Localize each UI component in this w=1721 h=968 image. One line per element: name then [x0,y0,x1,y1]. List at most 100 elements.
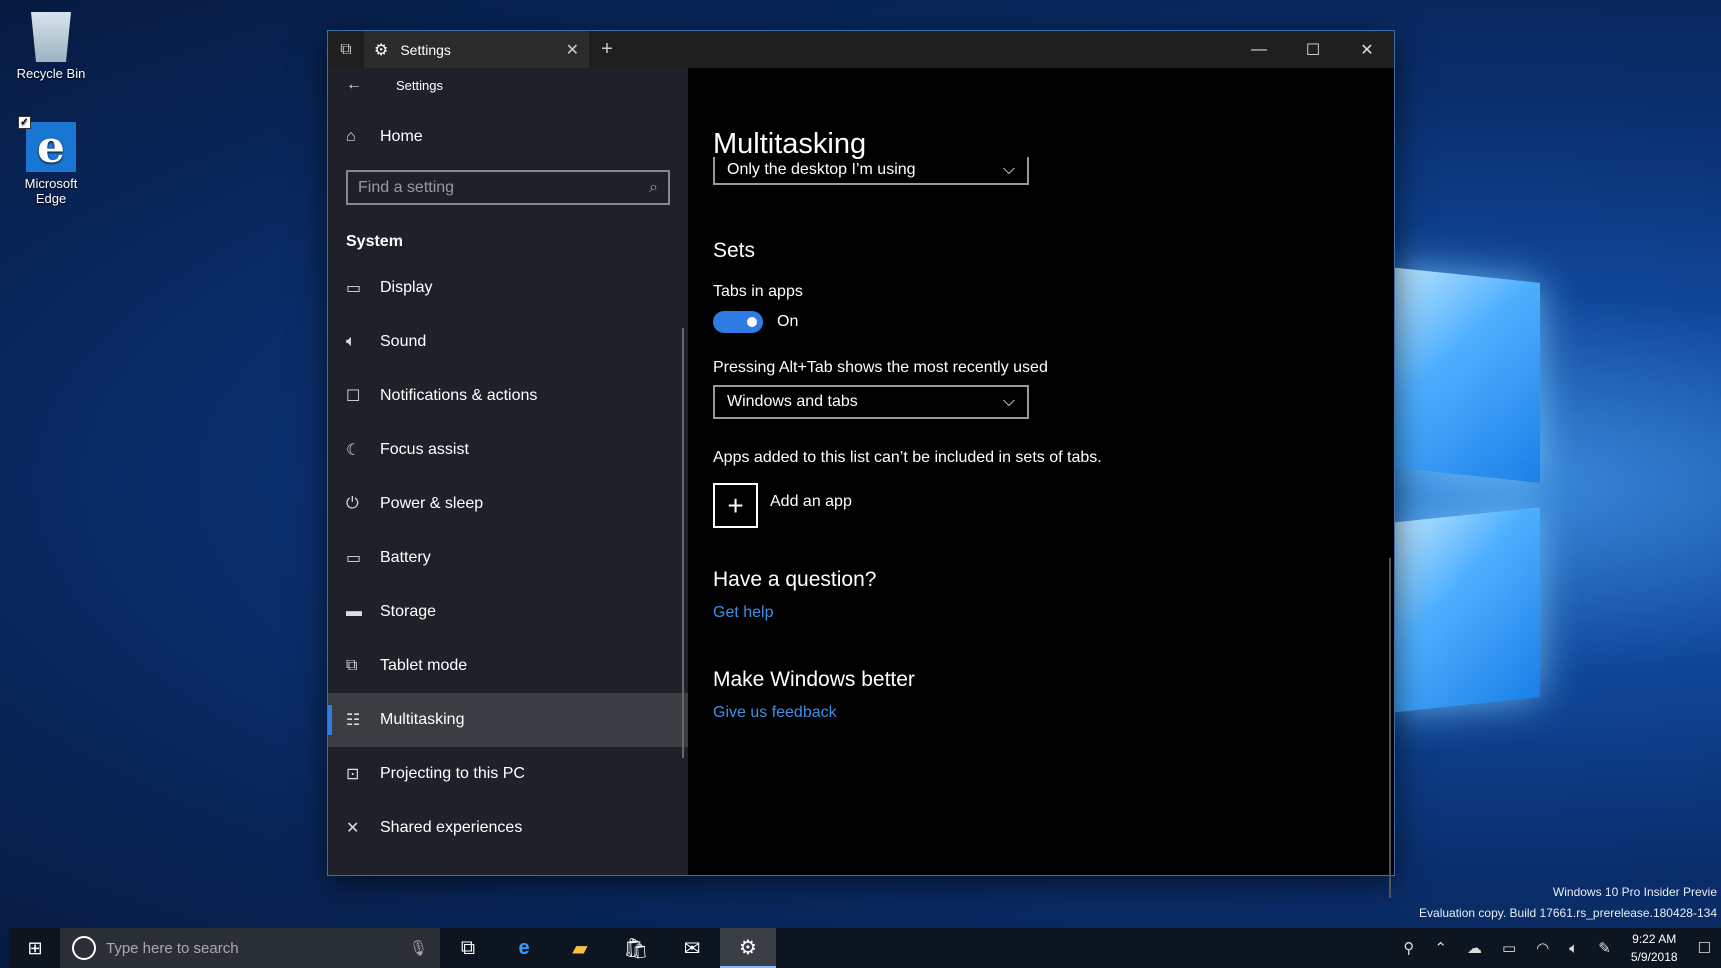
content-scrollbar[interactable] [1389,558,1391,898]
sidebar-scrollbar[interactable] [682,328,684,758]
desktop-icon-recycle-bin[interactable]: ✓ Recycle Bin [10,12,92,81]
sidebar-item-home[interactable]: ⌂ Home [328,108,688,166]
edge-icon: e [518,936,530,959]
watermark-line: Evaluation copy. Build 17661.rs_prerelea… [1419,906,1717,920]
taskbar-edge[interactable]: e [496,928,552,968]
store-icon: 🛍︎ [623,937,649,960]
pen-icon[interactable]: ✎ [1598,939,1611,957]
desktop-icon-label: Microsoft Edge [24,176,78,206]
notification-icon: ☐ [346,388,361,405]
volume-icon[interactable]: 🔈︎ [1569,940,1578,957]
get-help-link[interactable]: Get help [713,604,1394,622]
recycle-bin-icon: ✓ [31,12,71,62]
taskbar-settings[interactable]: ⚙ [720,928,776,968]
watermark-line: Windows 10 Pro Insider Previe [1552,885,1717,899]
evaluation-watermark: Windows 10 Pro Insider Previe Evaluation… [1419,882,1717,924]
plus-icon: + [713,483,758,528]
monitor-icon: ▭ [346,280,362,297]
sidebar-item-label: Shared experiences [380,819,523,836]
chevron-down-icon: ⌵ [1002,161,1015,178]
projecting-icon: ⊡ [346,766,360,783]
clock-date: 5/9/2018 [1630,950,1678,964]
edge-icon: ✓ e [18,116,76,173]
task-view-button[interactable]: ⧉ [440,928,496,968]
sidebar-item-label: Power & sleep [380,495,484,512]
sets-tabs-icon[interactable]: ⧉ [328,31,364,68]
app-title: Settings [396,77,443,93]
chevron-up-icon[interactable]: ⌃ [1434,939,1447,957]
sidebar-item-label: Projecting to this PC [380,765,525,782]
tab-settings[interactable]: ⚙ Settings ✕ [364,31,589,68]
chevron-down-icon: ⌵ [1002,393,1015,410]
desktop-dropdown[interactable]: Only the desktop I’m using ⌵ [713,157,1029,185]
alttab-label: Pressing Alt+Tab shows the most recently… [713,359,1048,376]
search-input[interactable]: Find a setting ⌕ [346,170,670,205]
task-view-icon: ⧉ [460,936,476,959]
sidebar-item-tablet-mode[interactable]: ⧉ Tablet mode [328,639,688,693]
taskbar-store[interactable]: 🛍︎ [608,928,664,968]
taskbar-search-placeholder: Type here to search [106,939,239,957]
sidebar-item-sound[interactable]: 🔈︎ Sound [328,315,688,369]
question-heading: Have a question? [713,568,877,591]
main-content: Multitasking Only the desktop I’m using … [688,68,1394,898]
close-tab-icon[interactable]: ✕ [566,40,579,60]
storage-icon: ▬ [346,603,362,620]
feedback-link[interactable]: Give us feedback [713,704,1394,722]
taskbar-mail[interactable]: ✉ [664,928,720,968]
gear-icon: ⚙ [374,41,389,59]
tabs-in-apps-toggle[interactable] [713,311,763,333]
taskbar-file-explorer[interactable]: ▰ [552,928,608,968]
clock-time: 9:22 AM [1632,932,1677,946]
sidebar-item-notifications[interactable]: ☐ Notifications & actions [328,369,688,423]
add-app-button[interactable]: + Add an app [713,483,1394,528]
sidebar-item-label: Focus assist [380,441,469,458]
microphone-icon[interactable]: 🎙︎ [409,939,428,957]
sidebar-item-multitasking[interactable]: ☷ Multitasking [328,693,688,747]
section-heading: System [346,233,403,250]
action-center-icon[interactable]: ☐ [1698,939,1711,957]
taskbar-search-box[interactable]: Type here to search 🎙︎ [60,928,440,968]
battery-icon[interactable]: ▭ [1502,939,1516,957]
sets-heading: Sets [713,239,756,262]
desktop-icon-edge[interactable]: ✓ e Microsoft Edge [10,116,92,206]
sidebar-item-battery[interactable]: ▭ Battery [328,531,688,585]
sidebar-item-power-sleep[interactable]: ⏻ Power & sleep [328,477,688,531]
shared-icon: ✕ [346,820,360,837]
page-title: Multitasking [713,128,867,160]
sidebar-item-display[interactable]: ▭ Display [328,261,688,315]
back-arrow-icon[interactable]: ← [346,76,396,94]
dropdown-value: Only the desktop I’m using [727,161,916,178]
power-icon: ⏻ [346,495,359,512]
title-bar: ⧉ ⚙ Settings ✕ + — ☐ ✕ [328,31,1394,68]
sidebar-item-label: Home [380,128,423,145]
minimize-button[interactable]: — [1232,31,1286,68]
sidebar-item-label: Storage [380,603,437,620]
apps-note: Apps added to this list can’t be include… [713,449,1102,466]
new-tab-button[interactable]: + [589,38,625,61]
maximize-button[interactable]: ☐ [1286,31,1340,68]
sidebar-item-label: Notifications & actions [380,387,538,404]
close-button[interactable]: ✕ [1340,31,1394,68]
sidebar-item-shared-experiences[interactable]: ✕ Shared experiences [328,801,688,855]
folder-icon: ▰ [572,937,588,960]
desktop-icon-label: Recycle Bin [16,66,86,81]
people-icon[interactable]: ⚲ [1403,939,1414,957]
sidebar-item-label: Tablet mode [380,657,468,674]
home-icon: ⌂ [346,128,356,145]
sidebar-item-label: Battery [380,549,431,566]
sidebar-item-label: Multitasking [380,711,465,728]
sidebar-item-label: Display [380,279,433,296]
onedrive-icon[interactable]: ☁ [1467,939,1482,957]
sidebar-item-focus-assist[interactable]: ☾ Focus assist [328,423,688,477]
sidebar-item-storage[interactable]: ▬ Storage [328,585,688,639]
start-button[interactable]: ⊞ [10,938,60,959]
sidebar: ← Settings ⌂ Home Find a setting ⌕ Syste… [328,68,688,875]
taskbar: ⊞ Type here to search 🎙︎ ⧉ e ▰ 🛍︎ ✉ ⚙ ⚲ … [10,928,1721,968]
sidebar-item-projecting[interactable]: ⊡ Projecting to this PC [328,747,688,801]
clock[interactable]: 9:22 AM 5/9/2018 [1631,930,1678,966]
network-icon[interactable]: ◠ [1536,939,1549,957]
speaker-icon: 🔈︎ [346,333,356,350]
cortana-icon [72,936,96,960]
alttab-dropdown[interactable]: Windows and tabs ⌵ [713,385,1029,419]
add-app-label: Add an app [770,493,852,510]
